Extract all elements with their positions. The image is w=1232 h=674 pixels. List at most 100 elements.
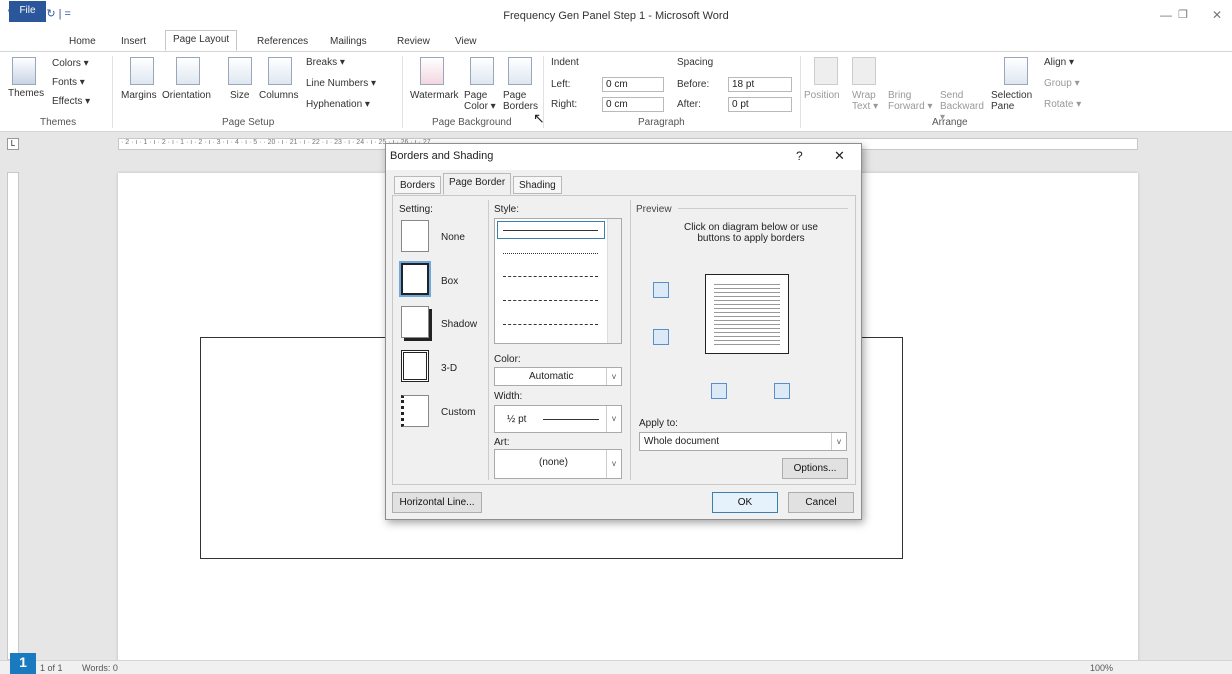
bottom-border-button[interactable] [653,329,669,345]
width-preview-line [543,419,599,420]
apply-to-select[interactable]: Whole document v [639,432,847,451]
page-color-button[interactable]: Page Color ▾ [464,90,502,112]
wrap-text-button[interactable]: Wrap Text ▾ [852,90,882,112]
options-button[interactable]: Options... [782,458,848,479]
tab-insert[interactable]: Insert [114,33,153,52]
hyphenation-button[interactable]: Hyphenation ▾ [306,99,370,110]
chevron-down-icon[interactable]: v [606,368,621,385]
width-label: Width: [494,391,523,402]
orientation-button[interactable]: Orientation [162,90,211,101]
tab-home[interactable]: Home [62,33,103,52]
restore-icon[interactable]: ❐ [1178,8,1188,21]
indent-left-input[interactable]: 0 cm [602,77,664,92]
indent-right-input[interactable]: 0 cm [602,97,664,112]
dialog-title: Borders and Shading [390,150,494,162]
size-button[interactable]: Size [230,90,249,101]
color-label: Color: [494,354,521,365]
wrap-text-icon [852,57,876,85]
dialog-panel: Setting: None Box Shadow 3-D Custom Styl… [392,195,856,485]
chevron-down-icon[interactable]: v [606,450,621,478]
setting-box-icon[interactable] [399,261,431,297]
setting-none-icon[interactable] [401,220,429,252]
rotate-button[interactable]: Rotate ▾ [1044,99,1081,110]
left-border-button[interactable] [711,383,727,399]
align-button[interactable]: Align ▾ [1044,57,1074,68]
selection-pane-button[interactable]: Selection Pane [991,90,1037,112]
group-button[interactable]: Group ▾ [1044,78,1080,89]
zoom-level[interactable]: 100% [1090,663,1113,673]
help-icon[interactable]: ? [796,149,803,163]
art-label: Art: [494,437,510,448]
width-select[interactable]: ½ pt v [494,405,622,433]
columns-icon [268,57,292,85]
themes-icon[interactable] [12,57,36,85]
tab-shading[interactable]: Shading [513,176,562,194]
preview-diagram[interactable] [705,274,789,354]
chevron-down-icon[interactable]: v [831,433,846,450]
page-count[interactable]: 1 of 1 [40,663,63,673]
spacing-before-input[interactable]: 18 pt [728,77,792,92]
color-select[interactable]: Automatic v [494,367,622,386]
right-border-button[interactable] [774,383,790,399]
tab-borders[interactable]: Borders [394,176,442,194]
minimize-icon[interactable]: — [1160,8,1172,22]
setting-none-label[interactable]: None [441,232,465,243]
art-value: (none) [539,457,568,468]
tab-file[interactable]: File [9,1,46,22]
top-border-button[interactable] [653,282,669,298]
tab-page-border[interactable]: Page Border [443,173,512,195]
style-scrollbar[interactable] [607,219,621,343]
spacing-label: Spacing [677,57,714,68]
divider [488,200,489,480]
page-borders-button[interactable]: Page Borders [503,90,541,112]
setting-custom-label[interactable]: Custom [441,407,475,418]
width-value: ½ pt [507,414,527,425]
tab-selector[interactable]: L [7,138,19,150]
tab-review[interactable]: Review [390,33,437,52]
line-numbers-button[interactable]: Line Numbers ▾ [306,78,376,89]
setting-box-label[interactable]: Box [441,276,458,287]
fonts-button[interactable]: Fonts ▾ [52,77,85,88]
margins-button[interactable]: Margins [121,90,157,101]
breaks-button[interactable]: Breaks ▾ [306,57,345,68]
window-title: Frequency Gen Panel Step 1 - Microsoft W… [503,10,729,22]
tab-page-layout[interactable]: Page Layout [165,30,238,51]
word-count[interactable]: Words: 0 [82,663,118,673]
watermark-button[interactable]: Watermark [410,90,459,101]
art-select[interactable]: (none) v [494,449,622,479]
apply-to-label: Apply to: [639,418,678,429]
vertical-ruler[interactable] [7,172,19,660]
chevron-down-icon[interactable]: v [606,406,621,432]
setting-3d-label[interactable]: 3-D [441,363,457,374]
themes-button[interactable]: Themes [8,88,44,99]
group-label-arrange: Arrange [932,117,968,128]
spacing-after-input[interactable]: 0 pt [728,97,792,112]
close-window-icon[interactable]: ✕ [1212,8,1222,22]
selection-pane-icon [1004,57,1028,85]
setting-custom-icon[interactable] [401,395,429,427]
close-dialog-icon[interactable]: ✕ [834,148,845,164]
position-button[interactable]: Position [804,90,840,101]
effects-button[interactable]: Effects ▾ [52,96,90,107]
group-label-page-setup: Page Setup [222,117,275,128]
borders-and-shading-dialog: Borders and Shading ? ✕ Borders Page Bor… [385,143,862,520]
setting-3d-icon[interactable] [401,350,429,382]
ok-button[interactable]: OK [712,492,778,513]
style-dash-dot[interactable] [503,324,598,325]
style-solid[interactable] [503,230,598,231]
orientation-icon [176,57,200,85]
horizontal-line-button[interactable]: Horizontal Line... [392,492,482,513]
style-dotted[interactable] [503,253,598,254]
style-list[interactable] [494,218,622,344]
style-dashed-small[interactable] [503,276,598,277]
tab-references[interactable]: References [250,33,315,52]
cancel-button[interactable]: Cancel [788,492,854,513]
colors-button[interactable]: Colors ▾ [52,58,89,69]
bring-forward-button[interactable]: Bring Forward ▾ [888,90,936,112]
setting-shadow-icon[interactable] [401,306,429,338]
setting-shadow-label[interactable]: Shadow [441,319,477,330]
columns-button[interactable]: Columns [259,90,298,101]
tab-mailings[interactable]: Mailings [323,33,374,52]
style-dashed[interactable] [503,300,598,301]
tab-view[interactable]: View [448,33,484,52]
